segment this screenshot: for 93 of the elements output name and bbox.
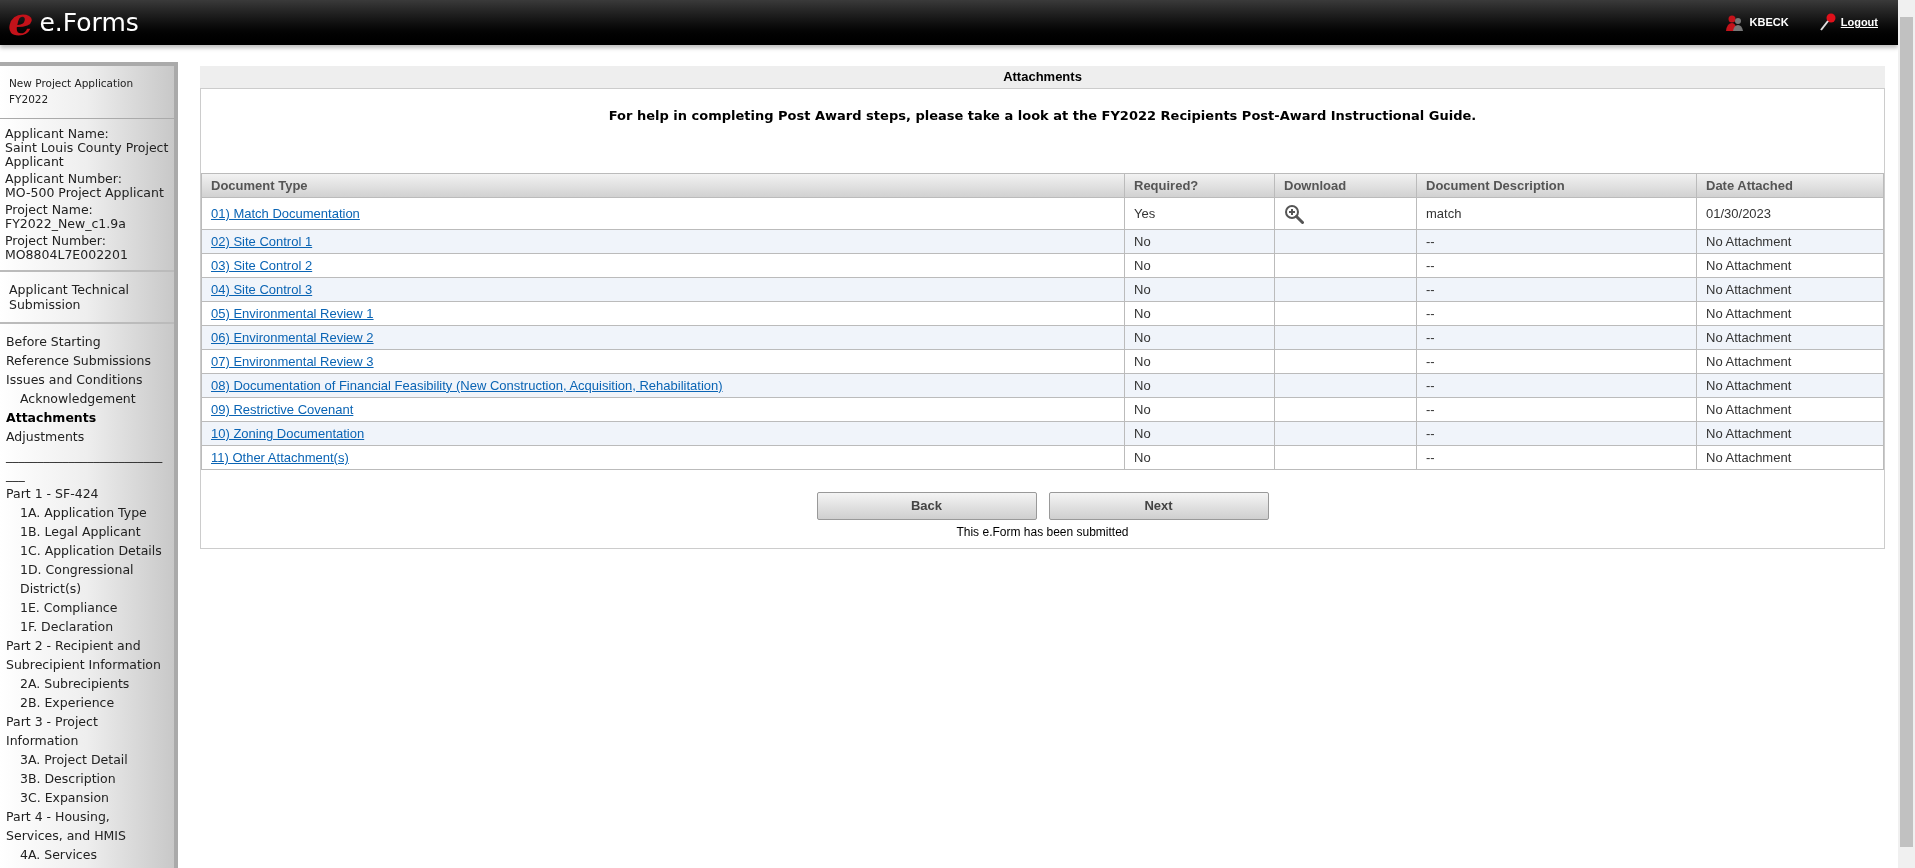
sidebar-nav-link[interactable]: 3B. Description <box>6 768 168 788</box>
table-cell: No Attachment <box>1696 253 1884 278</box>
panel-title: Attachments <box>200 66 1885 88</box>
column-header: Document Type <box>201 173 1125 198</box>
table-cell: No Attachment <box>1696 373 1884 398</box>
document-link[interactable]: 11) Other Attachment(s) <box>211 449 349 465</box>
app-title: e.Forms <box>39 6 139 39</box>
logo-icon: e <box>8 0 34 41</box>
table-cell: match <box>1416 197 1697 230</box>
table-cell: -- <box>1416 301 1697 326</box>
field-value: MO-500 Project Applicant <box>5 185 165 200</box>
document-link[interactable]: 07) Environmental Review 3 <box>211 353 374 369</box>
field-label: Applicant Number: <box>5 171 123 186</box>
table-cell: No Attachment <box>1696 277 1884 302</box>
status-text: This e.Form has been submitted <box>956 525 1129 539</box>
table-cell: -- <box>1416 277 1697 302</box>
help-text: For help in completing Post Award steps, please take a look at the FY2022 Recipients Post-Award Instructional Guide. <box>608 108 1477 123</box>
document-link[interactable]: 02) Site Control 1 <box>211 233 313 249</box>
table-cell: -- <box>1416 373 1697 398</box>
document-link[interactable]: 06) Environmental Review 2 <box>211 329 374 345</box>
zoom-in-icon[interactable] <box>1284 203 1304 224</box>
table-cell: No <box>1124 397 1275 422</box>
document-link[interactable]: 09) Restrictive Covenant <box>211 401 354 417</box>
sidebar-nav-link[interactable]: 1D. Congressional District(s) <box>6 559 168 598</box>
sidebar-nav-link[interactable]: Part 2 - Recipient and Subrecipient Information <box>6 635 168 674</box>
sidebar-nav-link[interactable]: Part 4 - Housing, Services, and HMIS <box>6 806 168 845</box>
table-cell: No Attachment <box>1696 301 1884 326</box>
logout-link[interactable]: Logout <box>1840 14 1878 31</box>
table-cell: -- <box>1416 253 1697 278</box>
application-title: New Project Application FY2022 <box>9 76 135 107</box>
table-cell: No <box>1124 277 1275 302</box>
document-link[interactable]: 05) Environmental Review 1 <box>211 305 374 321</box>
column-header: Required? <box>1124 173 1275 198</box>
sidebar-nav-link[interactable]: 1E. Compliance <box>6 597 168 617</box>
table-cell: No Attachment <box>1696 349 1884 374</box>
document-link[interactable]: 03) Site Control 2 <box>211 257 313 273</box>
sidebar-nav-link[interactable]: 4A. Services <box>6 844 168 864</box>
column-header: Document Description <box>1416 173 1697 198</box>
sidebar-nav-link[interactable]: Attachments <box>6 407 168 427</box>
nav-button[interactable]: Back <box>816 492 1037 520</box>
sidebar-nav-link[interactable]: 1F. Declaration <box>6 616 168 636</box>
sidebar-nav-link[interactable]: 1C. Application Details <box>6 540 168 560</box>
table-cell: No Attachment <box>1696 397 1884 422</box>
table-cell: No <box>1124 349 1275 374</box>
document-link[interactable]: 01) Match Documentation <box>211 205 360 221</box>
table-cell: No <box>1124 253 1275 278</box>
table-cell: -- <box>1416 397 1697 422</box>
table-cell: No Attachment <box>1696 325 1884 350</box>
sidebar-nav-link[interactable]: Part 3 - Project Information <box>6 711 168 750</box>
field-label: Project Name: <box>5 202 94 217</box>
sidebar-nav-link[interactable]: Adjustments <box>6 426 168 446</box>
sidebar-nav-link[interactable]: Issues and Conditions <box>6 369 168 389</box>
table-cell: 01/30/2023 <box>1696 197 1884 230</box>
document-link[interactable]: 04) Site Control 3 <box>211 281 313 297</box>
table-cell: Yes <box>1124 197 1275 230</box>
field-label: Applicant Name: <box>5 126 110 141</box>
sidebar-nav-link[interactable]: Reference Submissions <box>6 350 168 370</box>
table-cell: No <box>1124 373 1275 398</box>
table-cell: No Attachment <box>1696 421 1884 446</box>
field-value: FY2022_New_c1.9a <box>5 216 127 231</box>
sidebar-nav-link[interactable]: 3A. Project Detail <box>6 749 168 769</box>
table-cell: -- <box>1416 349 1697 374</box>
field-label: Project Number: <box>5 233 107 248</box>
table-cell: No <box>1124 421 1275 446</box>
column-header: Date Attached <box>1696 173 1884 198</box>
column-header: Download <box>1274 173 1417 198</box>
sidebar-nav-link[interactable]: Before Starting <box>6 331 168 351</box>
table-cell: -- <box>1416 445 1697 470</box>
table-cell: No <box>1124 325 1275 350</box>
sidebar-nav-link[interactable]: 1A. Application Type <box>6 502 168 522</box>
table-cell: No <box>1124 229 1275 254</box>
nav-button[interactable]: Next <box>1048 492 1269 520</box>
sidebar-nav-link[interactable]: Part 1 - SF-424 <box>6 483 168 503</box>
sidebar-nav-link[interactable]: 3C. Expansion <box>6 787 168 807</box>
field-value: Saint Louis County Project Applicant <box>5 140 169 169</box>
username: KBECK <box>1749 15 1789 31</box>
sidebar-nav-link[interactable]: 2B. Experience <box>6 692 168 712</box>
table-cell: No Attachment <box>1696 445 1884 470</box>
table-cell: -- <box>1416 229 1697 254</box>
user-icon <box>1725 14 1744 31</box>
sidebar-nav-link[interactable]: 2A. Subrecipients <box>6 673 168 693</box>
sidebar-nav-link[interactable]: Acknowledgement <box>6 388 168 408</box>
sidebar-nav-link[interactable]: ____________________________ <box>6 445 168 484</box>
table-cell: No <box>1124 445 1275 470</box>
pin-icon <box>1818 12 1837 33</box>
field-value: MO8804L7E002201 <box>5 247 129 262</box>
table-cell: -- <box>1416 325 1697 350</box>
document-link[interactable]: 10) Zoning Documentation <box>211 425 365 441</box>
sidebar-nav-link[interactable]: 1B. Legal Applicant <box>6 521 168 541</box>
table-cell: No Attachment <box>1696 229 1884 254</box>
section-title: Applicant Technical Submission <box>9 281 131 312</box>
table-cell: -- <box>1416 421 1697 446</box>
table-cell: No <box>1124 301 1275 326</box>
